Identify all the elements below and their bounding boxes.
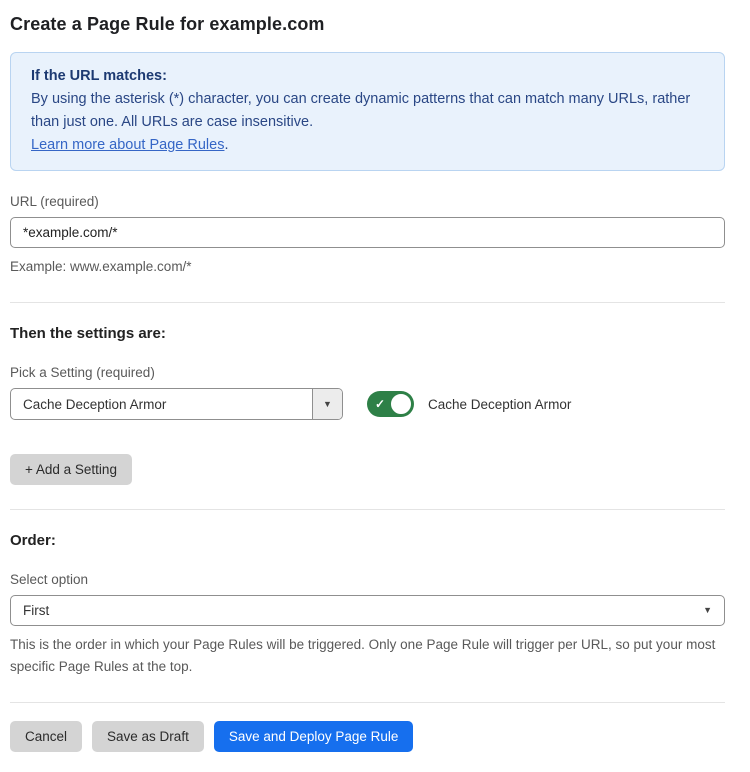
- check-icon: ✓: [375, 398, 385, 410]
- toggle-knob: [389, 392, 413, 416]
- cancel-button[interactable]: Cancel: [10, 721, 82, 752]
- divider: [10, 509, 725, 510]
- url-example-text: Example: www.example.com/*: [10, 256, 725, 278]
- info-box-body: By using the asterisk (*) character, you…: [31, 88, 704, 134]
- url-input[interactable]: [10, 217, 725, 248]
- settings-section-heading: Then the settings are:: [10, 325, 725, 342]
- page-title: Create a Page Rule for example.com: [10, 12, 725, 36]
- order-select-value: First: [23, 603, 49, 618]
- order-section-heading: Order:: [10, 532, 725, 549]
- info-box-link-line: Learn more about Page Rules.: [31, 134, 704, 157]
- toggle-label: Cache Deception Armor: [428, 397, 571, 412]
- divider: [10, 702, 725, 703]
- save-and-deploy-button[interactable]: Save and Deploy Page Rule: [214, 721, 414, 752]
- info-box-heading: If the URL matches:: [31, 65, 704, 88]
- create-page-rule-form: Create a Page Rule for example.com If th…: [0, 0, 750, 772]
- order-help-text: This is the order in which your Page Rul…: [10, 634, 725, 678]
- setting-row: Cache Deception Armor ▼ ✓ Cache Deceptio…: [10, 388, 725, 420]
- add-setting-button[interactable]: + Add a Setting: [10, 454, 132, 485]
- setting-select-arrow-button[interactable]: ▼: [312, 389, 342, 419]
- chevron-down-icon: ▼: [703, 606, 712, 615]
- url-match-info-box: If the URL matches: By using the asteris…: [10, 52, 725, 171]
- select-option-label: Select option: [10, 572, 725, 587]
- chevron-down-icon: ▼: [323, 400, 332, 409]
- save-as-draft-button[interactable]: Save as Draft: [92, 721, 204, 752]
- pick-setting-label: Pick a Setting (required): [10, 365, 725, 380]
- learn-more-link[interactable]: Learn more about Page Rules: [31, 137, 224, 153]
- url-field-label: URL (required): [10, 194, 725, 209]
- footer-button-row: Cancel Save as Draft Save and Deploy Pag…: [10, 721, 725, 752]
- setting-select-value: Cache Deception Armor: [11, 389, 312, 419]
- link-suffix: .: [224, 137, 228, 153]
- cache-deception-armor-toggle[interactable]: ✓: [367, 391, 414, 417]
- setting-select[interactable]: Cache Deception Armor ▼: [10, 388, 343, 420]
- divider: [10, 302, 725, 303]
- order-select[interactable]: First ▼: [10, 595, 725, 626]
